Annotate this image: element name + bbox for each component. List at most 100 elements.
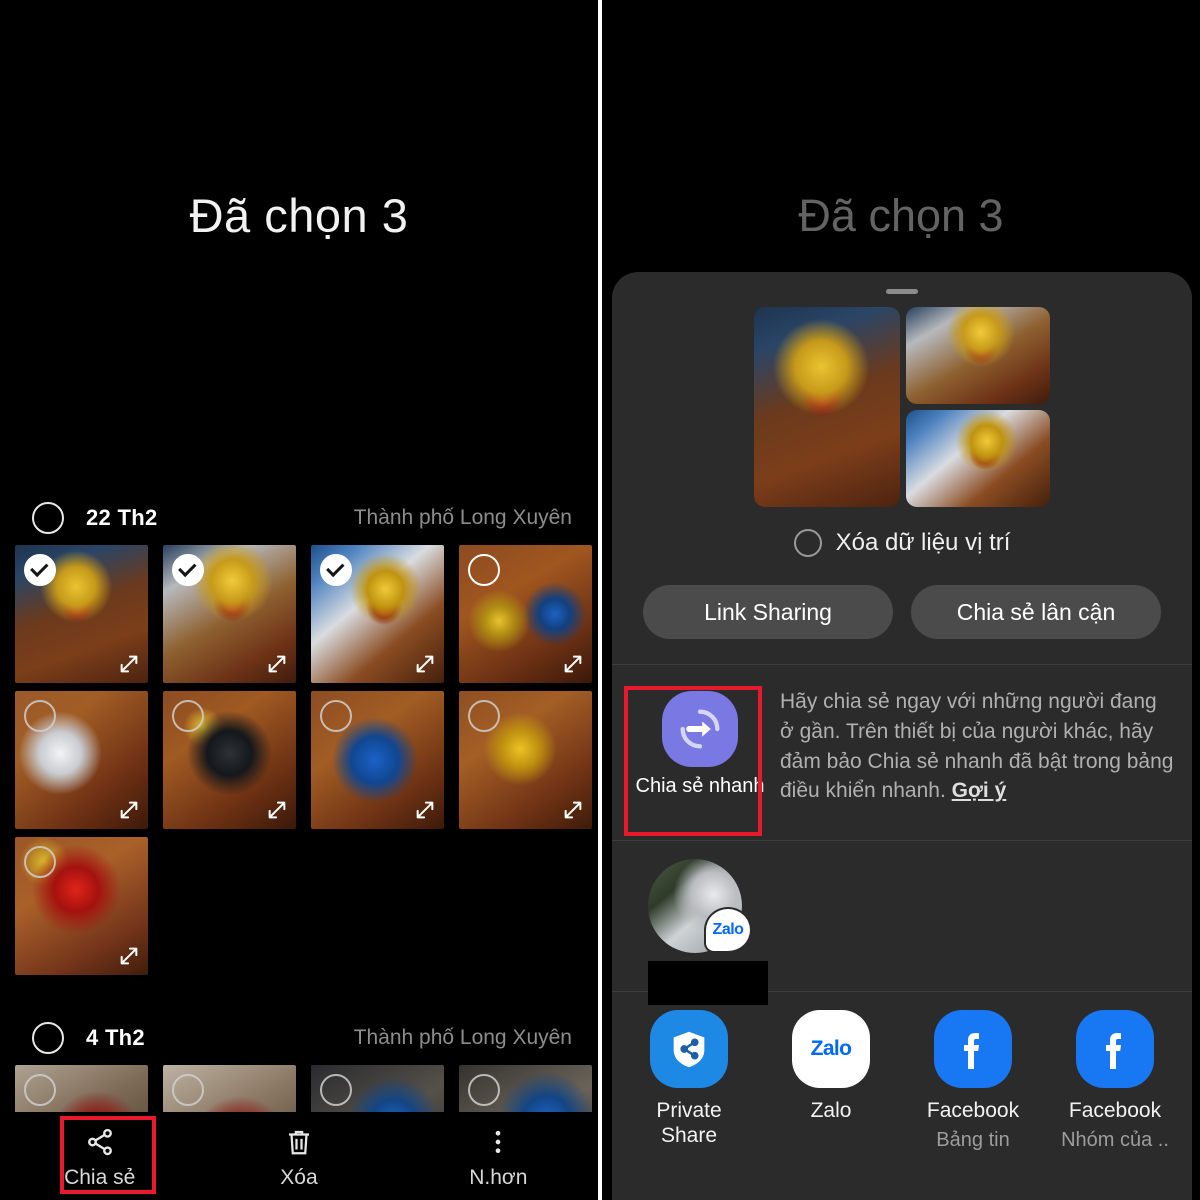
app-label: Facebook bbox=[926, 1099, 1020, 1123]
selection-circle-icon[interactable] bbox=[24, 846, 56, 878]
date-header-1: 22 Th2 Thành phố Long Xuyên bbox=[0, 496, 598, 540]
section-select-circle-2[interactable] bbox=[32, 1022, 64, 1054]
section-date-1: 22 Th2 bbox=[86, 505, 158, 530]
photo-thumbnail-black-beast[interactable] bbox=[163, 691, 296, 829]
app-facebook-feed[interactable]: Facebook Bảng tin bbox=[902, 1010, 1044, 1152]
zalo-badge-icon: Zalo bbox=[706, 909, 750, 952]
bottom-toolbar: Chia sẻ Xóa N.hơn bbox=[0, 1112, 598, 1200]
facebook-icon bbox=[1076, 1010, 1154, 1089]
app-label: Facebook bbox=[1068, 1099, 1162, 1123]
selection-circle-icon[interactable] bbox=[320, 700, 352, 732]
expand-icon[interactable] bbox=[562, 653, 584, 675]
preview-thumbnail-small-bottom[interactable] bbox=[906, 410, 1050, 507]
selection-circle-icon[interactable] bbox=[24, 700, 56, 732]
suggested-contact-row: Zalo bbox=[612, 841, 1192, 1006]
section-select-circle-1[interactable] bbox=[32, 502, 64, 534]
photo-thumbnail-toys-table[interactable] bbox=[459, 545, 592, 683]
photo-thumbnail-red-figure[interactable] bbox=[15, 837, 148, 975]
photo-thumbnail-robot-front[interactable] bbox=[15, 545, 148, 683]
selection-circle-icon[interactable] bbox=[468, 1074, 500, 1106]
section-date-2: 4 Th2 bbox=[86, 1025, 145, 1050]
photo-grid-row-2 bbox=[0, 691, 598, 835]
share-sheet-screen: Đã chọn 3 Xóa dữ liệu vị trí Link Sharin… bbox=[602, 0, 1200, 1200]
zalo-badge-label: Zalo bbox=[712, 921, 744, 939]
expand-icon[interactable] bbox=[266, 799, 288, 821]
more-button[interactable]: N.hơn bbox=[399, 1122, 598, 1190]
app-sublabel: Nhóm của .. bbox=[1061, 1129, 1169, 1152]
preview-thumbnail-small-top[interactable] bbox=[906, 307, 1050, 404]
app-facebook-groups[interactable]: Facebook Nhóm của .. bbox=[1044, 1010, 1186, 1152]
facebook-icon bbox=[934, 1010, 1012, 1089]
photo-thumbnail-yellow-bird[interactable] bbox=[459, 691, 592, 829]
expand-icon[interactable] bbox=[414, 799, 436, 821]
expand-icon[interactable] bbox=[118, 653, 140, 675]
more-button-label: N.hơn bbox=[469, 1166, 528, 1189]
quick-share-tips-link[interactable]: Gợi ý bbox=[952, 779, 1007, 802]
nearby-share-button[interactable]: Chia sẻ lân cận bbox=[911, 585, 1161, 639]
preview-thumbnail-large[interactable] bbox=[754, 307, 900, 507]
quick-share-description: Hãy chia sẻ ngay với những người đang ở … bbox=[780, 683, 1186, 806]
selection-checkmark-icon[interactable] bbox=[24, 554, 56, 586]
expand-icon[interactable] bbox=[562, 799, 584, 821]
gallery-selection-screen: Đã chọn 3 22 Th2 Thành phố Long Xuyên 4 … bbox=[0, 0, 598, 1200]
selection-circle-icon[interactable] bbox=[468, 554, 500, 586]
app-zalo[interactable]: Zalo Zalo bbox=[760, 1010, 902, 1152]
selection-circle-icon[interactable] bbox=[172, 1074, 204, 1106]
date-header-2: 4 Th2 Thành phố Long Xuyên bbox=[0, 1016, 598, 1060]
quick-share-section: Chia sẻ nhanh Hãy chia sẻ ngay với những… bbox=[612, 683, 1192, 836]
remove-location-label: Xóa dữ liệu vị trí bbox=[835, 529, 1011, 556]
zalo-bubble: Zalo bbox=[798, 1019, 864, 1080]
selection-circle-icon[interactable] bbox=[24, 1074, 56, 1106]
app-label-line1: Private bbox=[656, 1099, 722, 1123]
checkbox-circle-icon[interactable] bbox=[793, 529, 822, 557]
selection-circle-icon[interactable] bbox=[320, 1074, 352, 1106]
share-button[interactable]: Chia sẻ bbox=[0, 1122, 199, 1190]
selection-checkmark-icon[interactable] bbox=[172, 554, 204, 586]
section-location-2: Thành phố Long Xuyên bbox=[353, 1026, 572, 1049]
photo-grid-row-3 bbox=[0, 837, 598, 981]
page-title-left: Đã chọn 3 bbox=[189, 189, 409, 242]
trash-icon bbox=[284, 1126, 314, 1158]
quick-share-icon bbox=[662, 691, 738, 767]
delete-button[interactable]: Xóa bbox=[199, 1122, 398, 1190]
share-apps-row: Private Share Zalo Zalo Facebook Bảng ti… bbox=[612, 992, 1192, 1152]
remove-location-toggle-row[interactable]: Xóa dữ liệu vị trí bbox=[612, 529, 1192, 557]
photo-thumbnail-robot-closeup[interactable] bbox=[163, 545, 296, 683]
app-private-share[interactable]: Private Share bbox=[618, 1010, 760, 1152]
photo-thumbnail-blue-shark[interactable] bbox=[311, 691, 444, 829]
preview-image bbox=[906, 307, 1050, 404]
expand-icon[interactable] bbox=[414, 653, 436, 675]
page-title-right: Đã chọn 3 bbox=[798, 190, 1004, 241]
share-icon bbox=[85, 1126, 115, 1158]
preview-thumbnail-column bbox=[906, 307, 1050, 507]
expand-icon[interactable] bbox=[118, 945, 140, 967]
app-label: Private Share bbox=[656, 1098, 721, 1148]
share-preview-group bbox=[754, 307, 1050, 507]
photo-thumbnail-white-tiger[interactable] bbox=[15, 691, 148, 829]
quick-share-label: Chia sẻ nhanh bbox=[635, 775, 765, 797]
selection-checkmark-icon[interactable] bbox=[320, 554, 352, 586]
selection-circle-icon[interactable] bbox=[468, 700, 500, 732]
sheet-grabber-handle[interactable] bbox=[886, 289, 918, 294]
app-label-line2: Share bbox=[660, 1124, 718, 1148]
zalo-icon: Zalo bbox=[792, 1010, 870, 1089]
divider-1 bbox=[612, 664, 1192, 665]
more-vertical-icon bbox=[483, 1126, 513, 1158]
preview-image bbox=[754, 307, 900, 507]
delete-button-label: Xóa bbox=[280, 1166, 318, 1189]
link-sharing-button[interactable]: Link Sharing bbox=[643, 585, 893, 639]
contact-name-redacted bbox=[648, 961, 768, 1006]
dual-screenshot-composite: Đã chọn 3 22 Th2 Thành phố Long Xuyên 4 … bbox=[0, 0, 1200, 1200]
share-method-buttons: Link Sharing Chia sẻ lân cận bbox=[612, 585, 1192, 639]
expand-icon[interactable] bbox=[266, 653, 288, 675]
selection-circle-icon[interactable] bbox=[172, 700, 204, 732]
app-sublabel: Bảng tin bbox=[936, 1129, 1010, 1152]
photo-thumbnail-robot-arms[interactable] bbox=[311, 545, 444, 683]
zalo-wordmark: Zalo bbox=[810, 1037, 852, 1061]
preview-image bbox=[906, 410, 1050, 507]
quick-share-button[interactable]: Chia sẻ nhanh bbox=[635, 683, 765, 806]
contact-avatar[interactable]: Zalo bbox=[648, 859, 750, 954]
expand-icon[interactable] bbox=[118, 799, 140, 821]
app-label: Zalo bbox=[810, 1099, 852, 1123]
section-location-1: Thành phố Long Xuyên bbox=[353, 506, 572, 529]
